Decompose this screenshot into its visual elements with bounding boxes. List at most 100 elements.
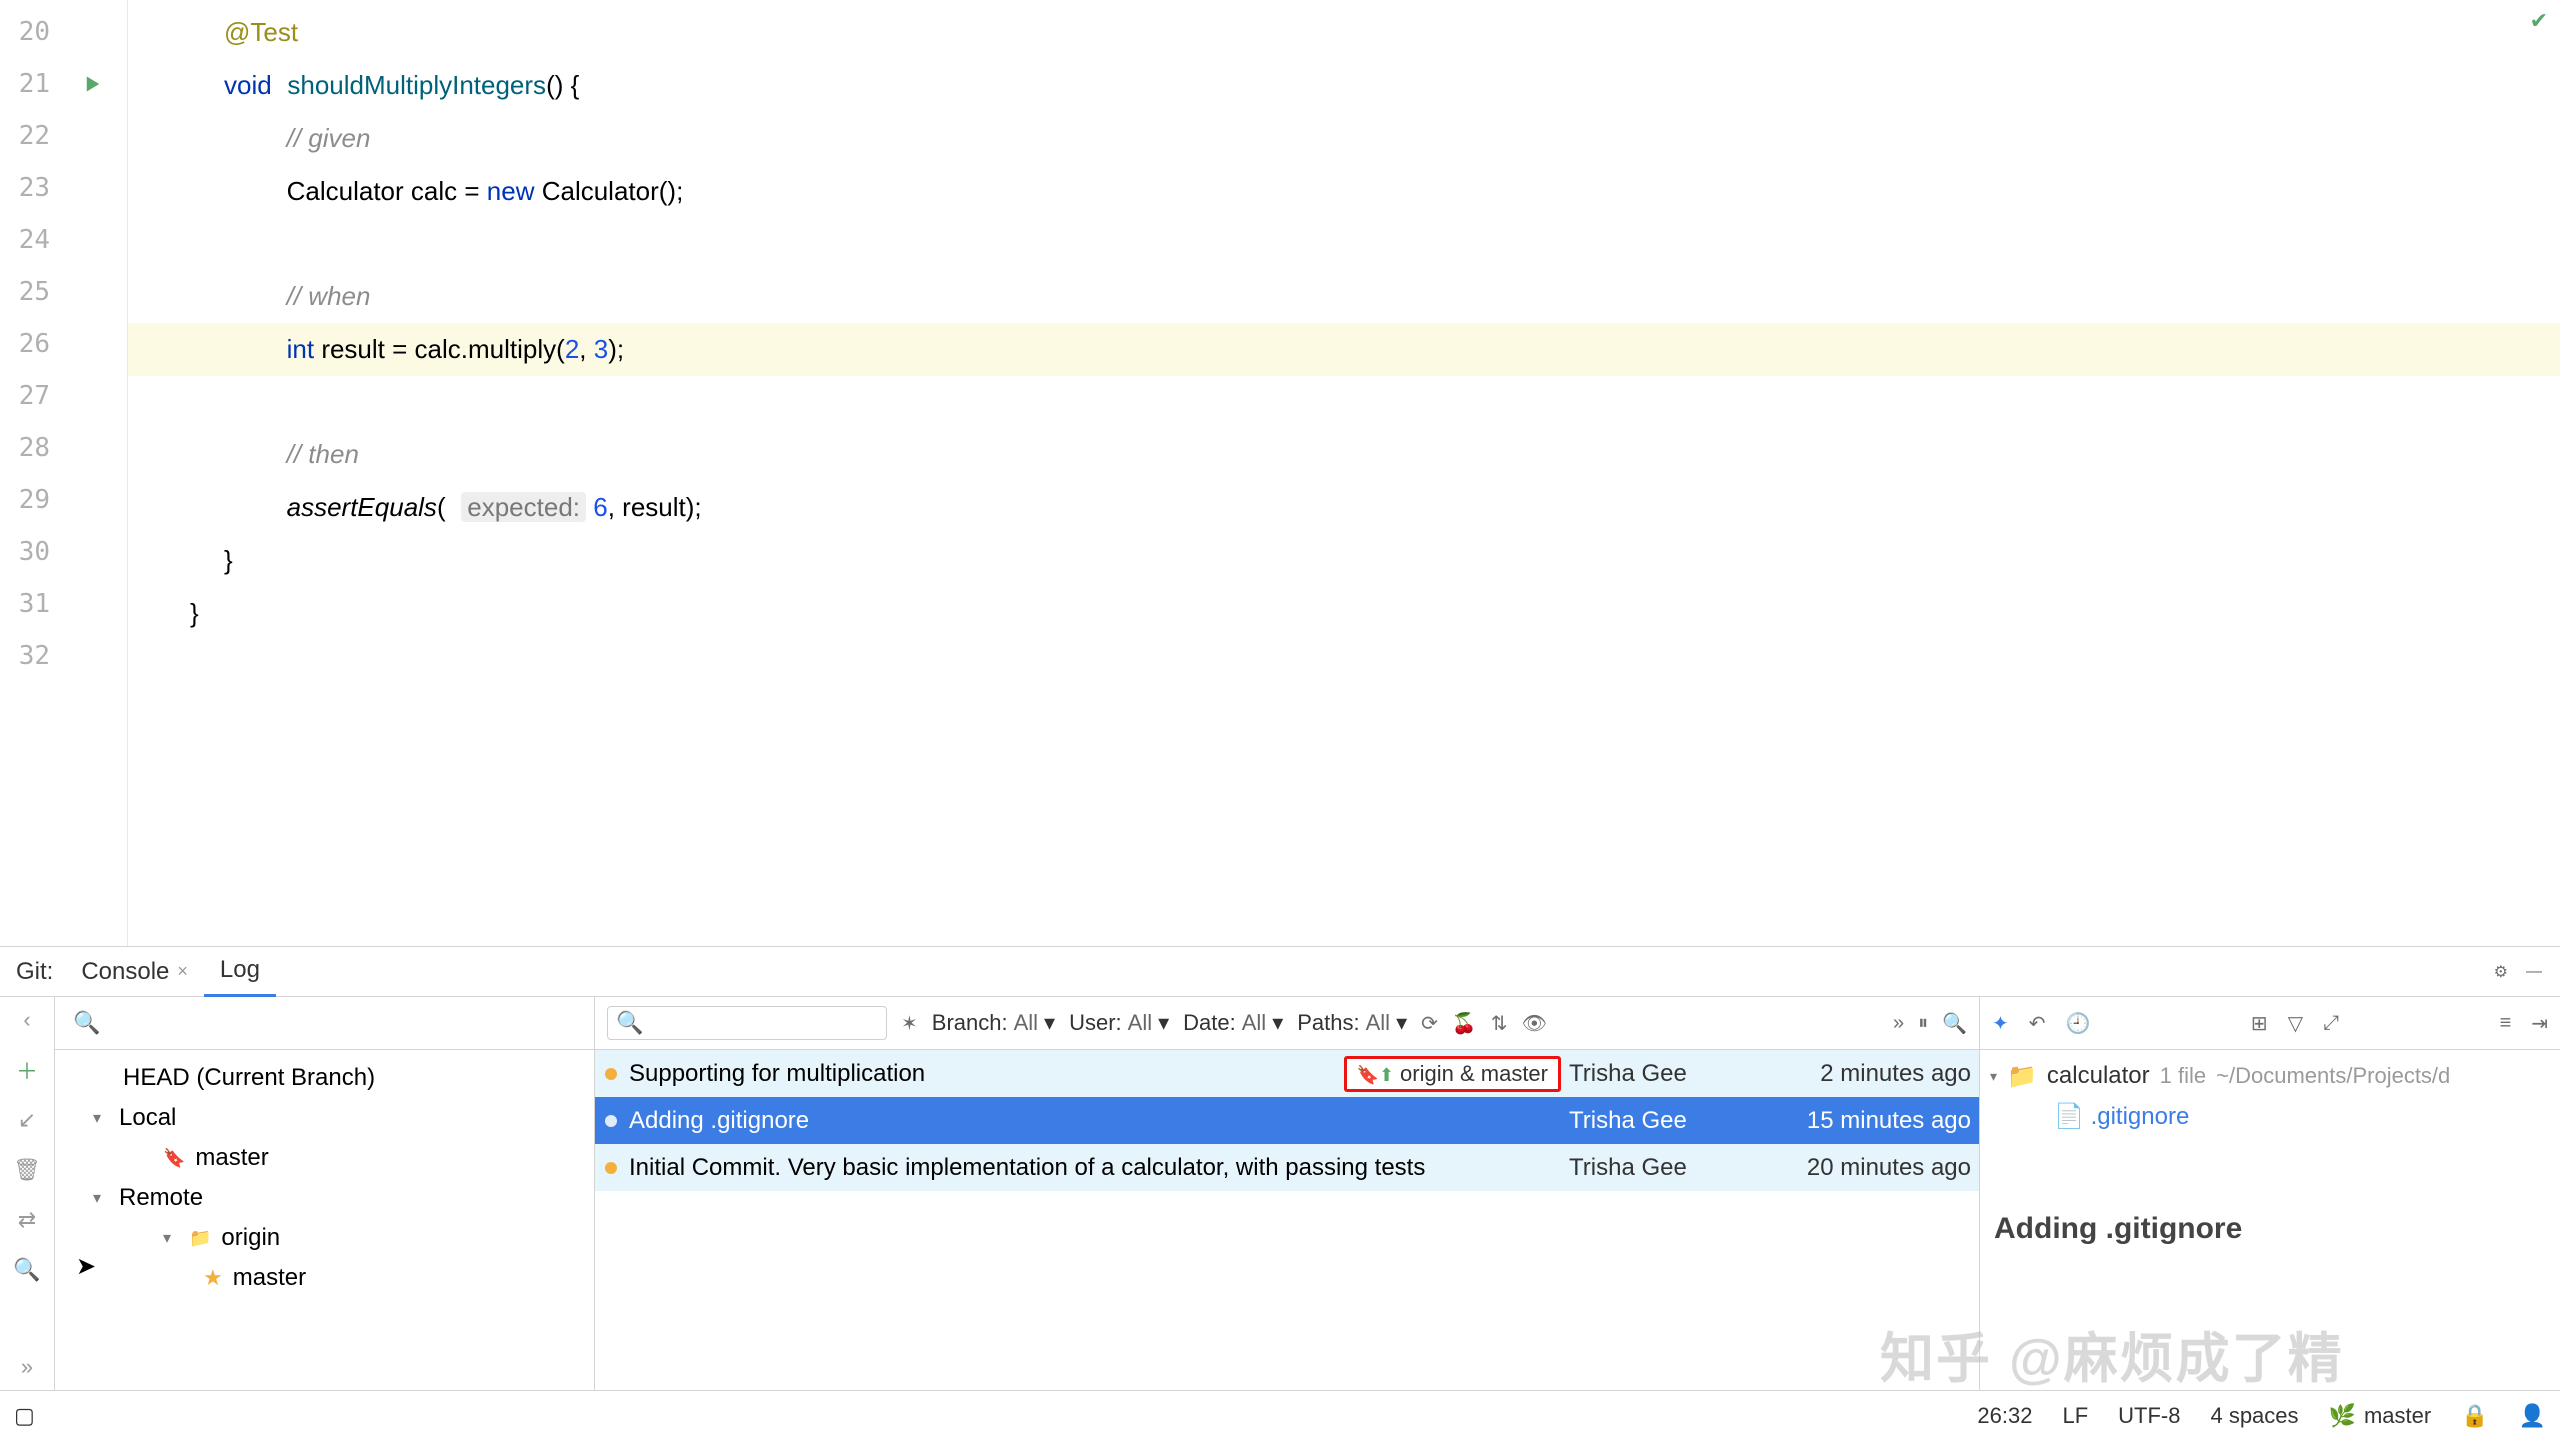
tool-window-toggle-icon[interactable]: ▢ (14, 1403, 35, 1429)
filter-value: All (1014, 1010, 1038, 1036)
tree-label: Local (119, 1104, 176, 1132)
remote-branches-node[interactable]: ▾Remote (63, 1178, 586, 1218)
group-icon[interactable]: ⊞ (2251, 1011, 2268, 1036)
commit-author: Trisha Gee (1569, 1060, 1739, 1088)
minimize-icon[interactable]: — (2526, 963, 2560, 981)
commit-dot-icon (605, 1162, 617, 1174)
back-icon[interactable]: ‹ (16, 1009, 38, 1031)
commit-row[interactable]: Adding .gitignore Trisha Gee 15 minutes … (595, 1097, 1979, 1144)
code-editor: 20 21 22 23 24 25 26 27 28 29 30 31 32 ✔… (0, 0, 2560, 947)
history-icon[interactable]: 🕘 (2066, 1011, 2091, 1036)
changed-file-node[interactable]: 📄 .gitignore (1990, 1096, 2550, 1136)
filter-value: All (1128, 1010, 1152, 1036)
new-branch-icon[interactable]: ＋ (16, 1059, 38, 1081)
branches-search[interactable]: 🔍 (55, 997, 594, 1050)
project-name: calculator (2047, 1062, 2150, 1090)
caret-position[interactable]: 26:32 (1977, 1403, 2032, 1429)
line-number: 25 (0, 266, 58, 318)
log-search-input[interactable]: 🔍 (607, 1006, 887, 1040)
pause-icon[interactable]: ⏸ (1918, 1012, 1928, 1035)
inspection-icon[interactable]: 👤 (2519, 1403, 2546, 1429)
paths-filter[interactable]: Paths: All ▾ (1297, 1010, 1407, 1036)
commit-list[interactable]: Supporting for multiplication 🔖⬆ origin … (595, 1050, 1979, 1390)
line-number: 24 (0, 214, 58, 266)
ai-icon[interactable]: ✦ (1992, 1011, 2009, 1036)
commit-author: Trisha Gee (1569, 1154, 1739, 1182)
eye-icon[interactable]: 👁 (1522, 1011, 1547, 1036)
project-root-node[interactable]: ▾ 📁 calculator 1 file ~/Documents/Projec… (1990, 1056, 2550, 1096)
checkout-icon[interactable]: ↙ (16, 1109, 38, 1131)
lock-icon[interactable]: 🔒 (2461, 1403, 2488, 1429)
code-text: , (579, 334, 593, 364)
filter-label: Paths: (1297, 1010, 1359, 1036)
tool-window-options-icon[interactable]: ⚙ (2494, 962, 2526, 982)
line-number: 21 (0, 58, 58, 110)
origin-node[interactable]: ▾📁origin (63, 1218, 586, 1258)
close-icon[interactable]: × (177, 961, 188, 982)
changed-files-tree[interactable]: ▾ 📁 calculator 1 file ~/Documents/Projec… (1980, 1050, 2560, 1142)
code-text: ); (608, 334, 624, 364)
filter-icon[interactable]: ▽ (2288, 1011, 2303, 1036)
tab-log[interactable]: Log (204, 946, 276, 997)
line-number: 32 (0, 630, 58, 682)
tab-console[interactable]: Console × (65, 948, 204, 996)
files-count: 1 file (2160, 1063, 2206, 1089)
find-icon[interactable]: 🔍 (1942, 1011, 1967, 1036)
local-branches-node[interactable]: ▾Local (63, 1098, 586, 1138)
line-number: 28 (0, 422, 58, 474)
commit-time: 2 minutes ago (1739, 1060, 1979, 1088)
date-filter[interactable]: Date: All ▾ (1183, 1010, 1283, 1036)
keyword: int (287, 334, 314, 364)
tag-icon: 🔖 (163, 1148, 185, 1169)
compare-icon[interactable]: ⇄ (16, 1209, 38, 1231)
branch-tag-badge[interactable]: 🔖⬆ origin & master (1344, 1056, 1561, 1092)
code-area[interactable]: ✔ @Test void shouldMultiplyIntegers() { … (128, 0, 2560, 946)
file-encoding[interactable]: UTF-8 (2118, 1403, 2180, 1429)
line-number: 22 (0, 110, 58, 162)
branch-name: master (2364, 1403, 2431, 1429)
line-separator[interactable]: LF (2062, 1403, 2088, 1429)
more-icon[interactable]: » (1893, 1012, 1904, 1035)
search-icon[interactable]: 🔍 (16, 1259, 38, 1281)
code-text: Calculator calc = (287, 176, 487, 206)
inspection-ok-icon[interactable]: ✔ (2530, 8, 2548, 34)
branches-tree[interactable]: HEAD (Current Branch) ▾Local 🔖master ▾Re… (55, 1050, 594, 1306)
push-icon[interactable]: ⇅ (1491, 1011, 1508, 1036)
method-name: shouldMultiplyIntegers (287, 70, 546, 100)
run-test-icon[interactable] (58, 58, 127, 110)
comment: // given (287, 123, 371, 153)
settings-icon[interactable]: ⇥ (2531, 1011, 2548, 1036)
git-branch-status[interactable]: 🌿master (2329, 1403, 2432, 1429)
commit-row[interactable]: Initial Commit. Very basic implementatio… (595, 1144, 1979, 1191)
delete-icon[interactable]: 🗑 (16, 1159, 38, 1181)
commit-detail-title: Adding .gitignore (1980, 1212, 2560, 1246)
origin-master-node[interactable]: ★master (63, 1258, 586, 1298)
local-master-node[interactable]: 🔖master (63, 1138, 586, 1178)
refresh-icon[interactable]: ⟳ (1421, 1011, 1438, 1036)
annotation: @Test (224, 17, 298, 47)
commit-row[interactable]: Supporting for multiplication 🔖⬆ origin … (595, 1050, 1979, 1097)
branch-filter[interactable]: Branch: All ▾ (932, 1010, 1055, 1036)
expand-all-icon[interactable]: ⤢ (2323, 1012, 2339, 1035)
tree-label: origin (221, 1224, 280, 1252)
status-bar: ▢ 26:32 LF UTF-8 4 spaces 🌿master 🔒 👤 (0, 1390, 2560, 1440)
indent-setting[interactable]: 4 spaces (2210, 1403, 2298, 1429)
code-text: , result); (608, 492, 702, 522)
regex-icon[interactable]: ✶ (901, 1011, 918, 1036)
filter-label: User: (1069, 1010, 1122, 1036)
line-number: 31 (0, 578, 58, 630)
undo-icon[interactable]: ↶ (2029, 1011, 2046, 1036)
layout-icon[interactable]: ≡ (2500, 1012, 2512, 1035)
method-call: multiply (468, 334, 556, 364)
git-label: Git: (4, 958, 65, 986)
expand-icon[interactable]: » (16, 1356, 38, 1378)
tab-label: Log (220, 956, 260, 984)
cherry-pick-icon[interactable]: 🍒 (1452, 1011, 1477, 1036)
git-tool-window: ‹ ＋ ↙ 🗑 ⇄ 🔍 » 🔍 HEAD (Current Branch) ▾L… (0, 997, 2560, 1390)
head-branch-node[interactable]: HEAD (Current Branch) (63, 1058, 586, 1098)
user-filter[interactable]: User: All ▾ (1069, 1010, 1169, 1036)
git-log-pane: 🔍 ✶ Branch: All ▾ User: All ▾ Date: All … (595, 997, 1980, 1390)
commit-dot-icon (605, 1068, 617, 1080)
line-number: 26 (0, 318, 58, 370)
line-number: 30 (0, 526, 58, 578)
